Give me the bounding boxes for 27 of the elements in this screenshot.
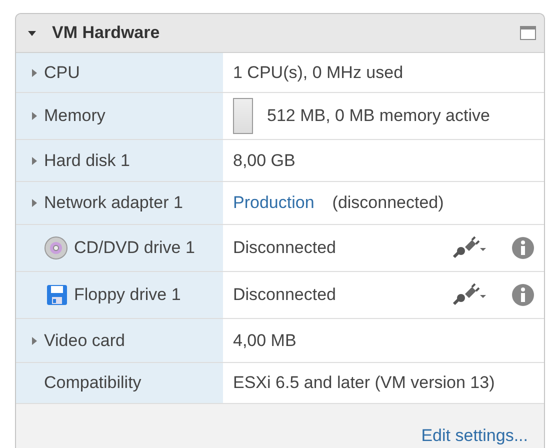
property-label: Memory <box>44 106 106 126</box>
info-icon[interactable] <box>512 237 534 259</box>
info-icon[interactable] <box>512 284 534 306</box>
disc-icon <box>44 236 68 260</box>
memory-meter <box>233 98 253 134</box>
property-value: Disconnected <box>233 285 336 305</box>
property-label: Compatibility <box>44 373 142 393</box>
panel-title: VM Hardware <box>52 23 161 43</box>
property-value: ESXi 6.5 and later (VM version 13) <box>233 373 495 393</box>
plug-dropdown-icon[interactable] <box>452 283 486 307</box>
property-label: Hard disk 1 <box>44 150 130 170</box>
property-label: CD/DVD drive 1 <box>74 238 195 258</box>
property-value: 512 MB, 0 MB memory active <box>267 106 490 126</box>
property-label: Video card <box>44 330 125 350</box>
caret-icon[interactable] <box>28 29 36 37</box>
property-value: 4,00 MB <box>233 330 296 350</box>
edit-settings-link[interactable]: Edit settings... <box>421 426 528 446</box>
property-label: Floppy drive 1 <box>74 285 181 305</box>
network-link[interactable]: Production <box>233 193 314 213</box>
maximize-icon[interactable] <box>520 26 536 40</box>
property-value: (disconnected) <box>332 193 444 213</box>
property-label: CPU <box>44 62 80 82</box>
property-value: 8,00 GB <box>233 150 296 170</box>
plug-dropdown-icon[interactable] <box>452 236 486 260</box>
property-value: Disconnected <box>233 238 336 258</box>
property-label: Network adapter 1 <box>44 193 183 213</box>
property-value: 1 CPU(s), 0 MHz used <box>233 62 404 82</box>
